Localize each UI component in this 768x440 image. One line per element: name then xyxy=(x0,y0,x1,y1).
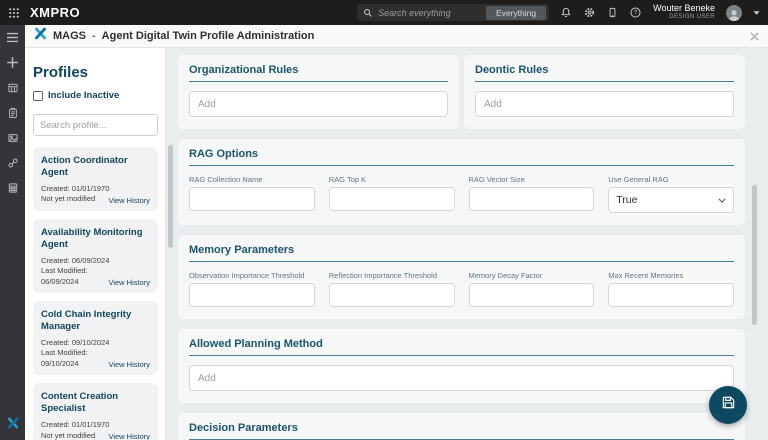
calculator-icon[interactable] xyxy=(7,182,19,194)
notifications-icon[interactable] xyxy=(560,6,572,19)
memory-parameters-section: Memory Parameters Observation Importance… xyxy=(178,235,745,319)
allowed-planning-method-add-input[interactable] xyxy=(189,365,734,391)
section-title: Memory Parameters xyxy=(189,244,734,262)
rag-vector-size-input[interactable] xyxy=(469,187,595,211)
top-header: XMPRO Everything ? Wouter Be xyxy=(0,0,768,25)
title-separator: - xyxy=(92,30,96,42)
user-name: Wouter Beneke xyxy=(653,4,715,14)
left-toolbar xyxy=(0,25,25,440)
table-icon[interactable] xyxy=(7,82,19,94)
image-icon[interactable] xyxy=(7,132,19,144)
deontic-rules-section: Deontic Rules xyxy=(464,55,745,129)
menu-hamburger-icon[interactable] xyxy=(6,32,19,43)
apps-grid-icon[interactable] xyxy=(8,7,20,19)
profile-card[interactable]: Content Creation Specialist Created: 01/… xyxy=(33,383,158,440)
user-role: DESIGN USER xyxy=(653,14,715,21)
decision-parameters-section: Decision Parameters Risk Tolerance: Inno… xyxy=(178,413,745,440)
allowed-planning-method-section: Allowed Planning Method xyxy=(178,329,745,403)
page-title: Agent Digital Twin Profile Administratio… xyxy=(102,30,315,42)
xmpro-logo: XMPRO xyxy=(30,5,80,20)
field-label: Memory Decay Factor xyxy=(469,271,595,280)
device-icon[interactable] xyxy=(607,6,618,19)
search-scope-button[interactable]: Everything xyxy=(486,6,546,20)
close-icon[interactable] xyxy=(750,32,759,41)
settings-gear-icon[interactable] xyxy=(583,6,596,19)
section-title: Deontic Rules xyxy=(475,64,734,82)
field-label: RAG Top K xyxy=(329,175,455,184)
svg-text:?: ? xyxy=(634,10,638,17)
profile-search-input[interactable] xyxy=(33,114,158,136)
field-label: RAG Vector Size xyxy=(469,175,595,184)
link-icon[interactable] xyxy=(7,157,19,169)
clipboard-icon[interactable] xyxy=(7,107,19,119)
profiles-sidebar: Profiles Include Inactive Action Coordin… xyxy=(25,48,166,440)
memory-decay-factor-input[interactable] xyxy=(469,283,595,307)
help-icon[interactable]: ? xyxy=(629,6,642,19)
include-inactive-checkbox[interactable] xyxy=(33,91,43,101)
search-icon xyxy=(363,8,373,18)
page-titlebar: MAGS - Agent Digital Twin Profile Admini… xyxy=(25,25,768,48)
save-button[interactable] xyxy=(709,386,747,424)
view-history-link[interactable]: View History xyxy=(108,196,150,205)
xmpro-x-logo-bottom[interactable] xyxy=(7,416,19,434)
view-history-link[interactable]: View History xyxy=(108,432,150,440)
view-history-link[interactable]: View History xyxy=(108,278,150,287)
add-plus-icon[interactable] xyxy=(6,56,19,69)
section-title: Decision Parameters xyxy=(189,422,734,440)
field-label: Max Recent Memories xyxy=(608,271,734,280)
avatar[interactable] xyxy=(726,5,742,21)
profiles-scrollbar-thumb[interactable] xyxy=(168,145,173,248)
include-inactive-row[interactable]: Include Inactive xyxy=(33,90,158,101)
profiles-heading: Profiles xyxy=(33,64,158,81)
profile-card[interactable]: Availability Monitoring Agent Created: 0… xyxy=(33,219,158,293)
deontic-rules-add-input[interactable] xyxy=(475,91,734,117)
field-label: Use General RAG xyxy=(608,175,734,184)
app-window: XMPRO Everything ? Wouter Be xyxy=(0,0,768,440)
user-info[interactable]: Wouter Beneke DESIGN USER xyxy=(653,4,715,20)
user-menu-caret-icon[interactable] xyxy=(753,10,760,16)
section-title: RAG Options xyxy=(189,148,734,166)
max-recent-memories-input[interactable] xyxy=(608,283,734,307)
reflection-importance-threshold-input[interactable] xyxy=(329,283,455,307)
mags-x-logo xyxy=(34,27,47,45)
profile-list: Action Coordinator Agent Created: 01/01/… xyxy=(33,147,158,440)
save-floppy-icon xyxy=(721,395,736,415)
main-scrollbar-thumb[interactable] xyxy=(752,185,757,325)
rag-options-section: RAG Options RAG Collection Name RAG Top … xyxy=(178,139,745,225)
field-label: Reflection Importance Threshold xyxy=(329,271,455,280)
rag-top-k-input[interactable] xyxy=(329,187,455,211)
search-input[interactable] xyxy=(378,8,481,18)
profile-card[interactable]: Cold Chain Integrity Manager Created: 09… xyxy=(33,301,158,375)
section-title: Organizational Rules xyxy=(189,64,448,82)
chevron-down-icon xyxy=(718,198,726,203)
field-label: Observation Importance Threshold xyxy=(189,271,315,280)
profile-card[interactable]: Action Coordinator Agent Created: 01/01/… xyxy=(33,147,158,211)
field-label: RAG Collection Name xyxy=(189,175,315,184)
observation-importance-threshold-input[interactable] xyxy=(189,283,315,307)
app-name: MAGS xyxy=(53,30,86,42)
include-inactive-label: Include Inactive xyxy=(48,90,119,101)
global-search[interactable]: Everything xyxy=(357,4,549,21)
profile-form: Organizational Rules Deontic Rules RAG O… xyxy=(178,48,745,440)
view-history-link[interactable]: View History xyxy=(108,360,150,369)
rag-collection-name-input[interactable] xyxy=(189,187,315,211)
organizational-rules-add-input[interactable] xyxy=(189,91,448,117)
organizational-rules-section: Organizational Rules xyxy=(178,55,459,129)
use-general-rag-select[interactable]: True xyxy=(608,187,734,213)
section-title: Allowed Planning Method xyxy=(189,338,734,356)
